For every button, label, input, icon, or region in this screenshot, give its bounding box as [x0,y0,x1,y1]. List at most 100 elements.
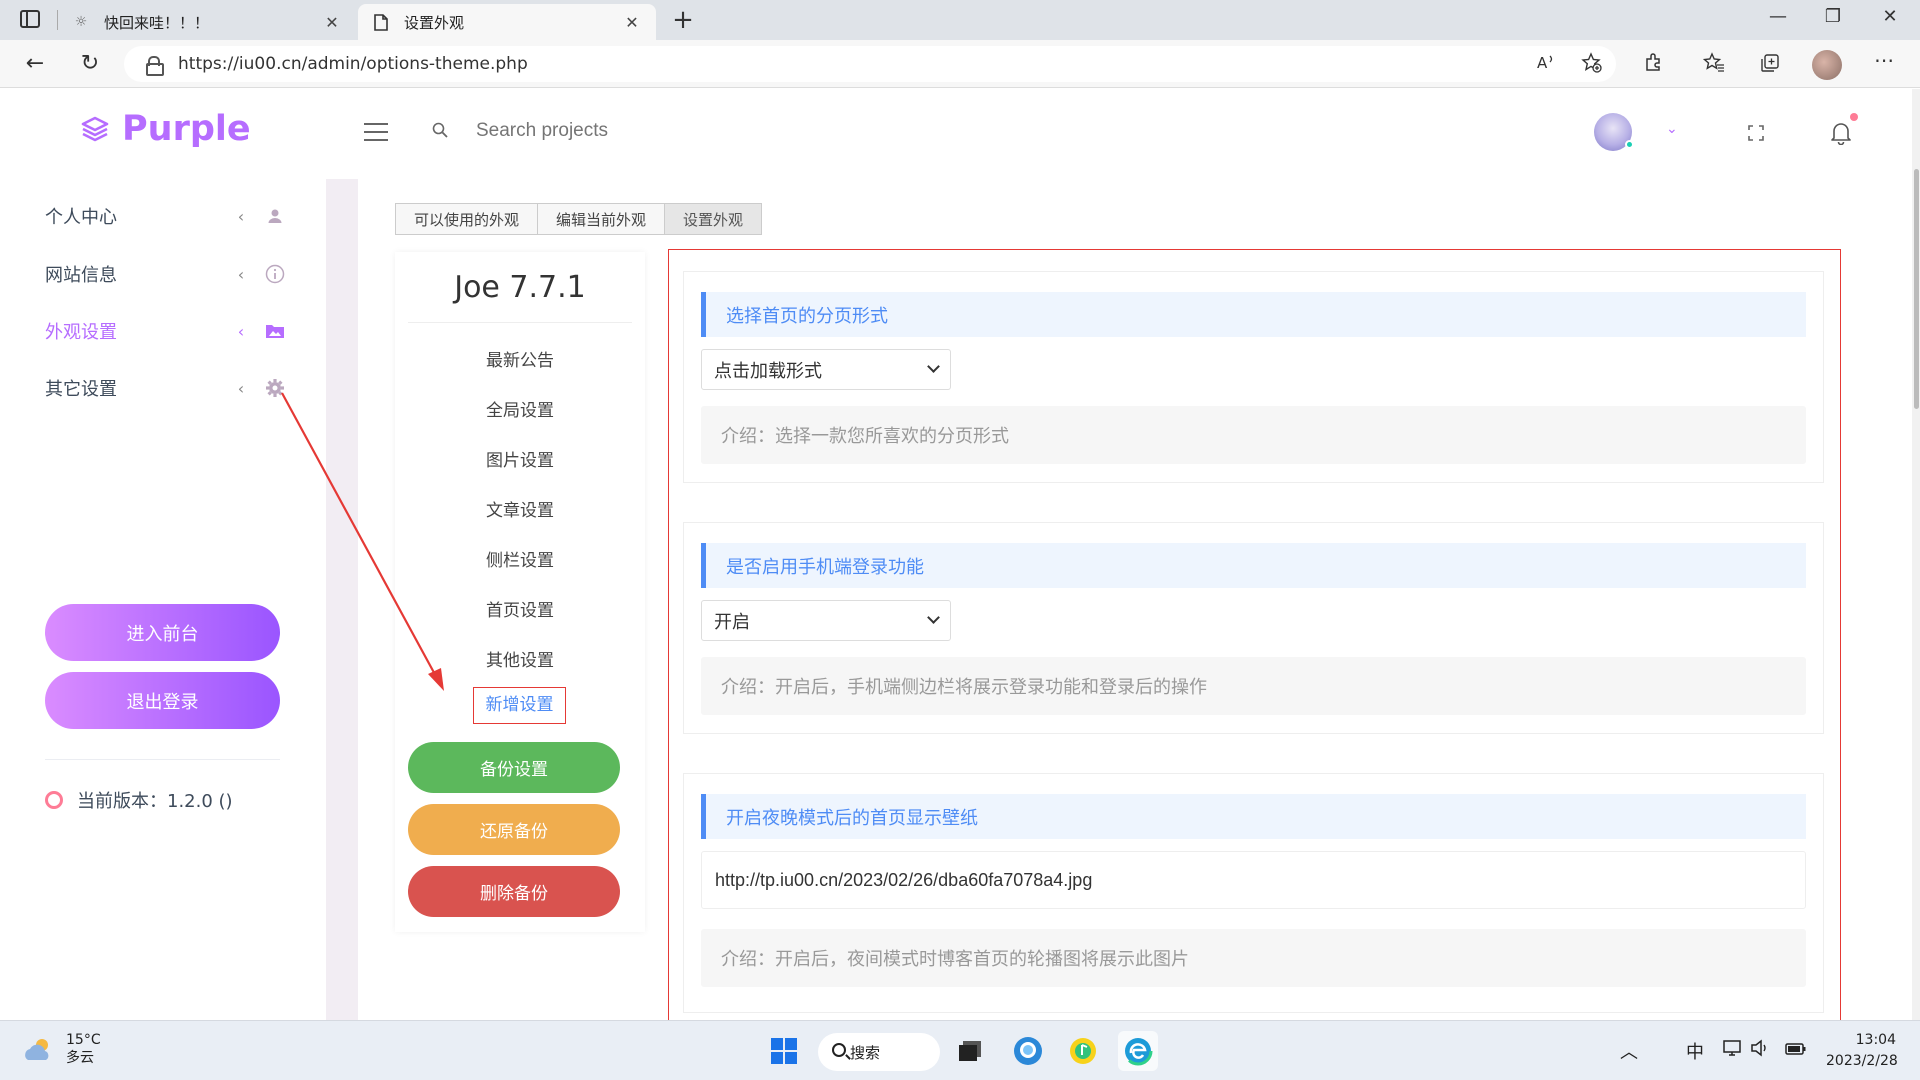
gear-icon: ☼ [74,14,88,30]
profile-avatar[interactable] [1812,50,1842,80]
url-text: https://iu00.cn/admin/options-theme.php [178,54,528,74]
mobile-login-select[interactable]: 开启 [701,600,951,641]
taskbar-search-label: 搜索 [850,1043,881,1062]
enter-frontend-button[interactable]: 进入前台 [45,604,280,661]
address-bar-row: ← ↻ https://iu00.cn/admin/options-theme.… [0,40,1920,88]
sidebar-item-other-settings[interactable]: 其它设置 ‹ [45,373,285,403]
select-value: 开启 [714,611,750,633]
option-sidebar[interactable]: 侧栏设置 [395,546,645,571]
scrollbar-thumb[interactable] [1914,169,1919,409]
logo[interactable]: Purple [80,109,251,149]
search-icon [432,122,448,138]
url-field[interactable]: https://iu00.cn/admin/options-theme.php [124,46,1616,82]
svg-text:A: A [1537,54,1548,72]
admin-page: Purple ⌄ 个人中心 ‹ 网站信息 ‹ [0,89,1920,1080]
favorite-add-icon[interactable] [1578,52,1606,79]
sidebar-item-label: 其它设置 [45,379,117,400]
battery-icon[interactable] [1784,1038,1808,1063]
read-aloud-icon[interactable]: A [1532,52,1560,77]
option-article[interactable]: 文章设置 [395,496,645,521]
logo-text: Purple [122,109,251,149]
sidebar-item-label: 个人中心 [45,207,117,228]
weather-temp: 15°C [66,1032,101,1048]
favorites-icon[interactable] [1700,52,1728,79]
restore-backup-button[interactable]: 还原备份 [408,804,620,855]
tab-edit-current-theme[interactable]: 编辑当前外观 [537,203,666,235]
sidebar-item-site-info[interactable]: 网站信息 ‹ [45,259,285,289]
more-icon[interactable]: ⋯ [1870,48,1898,72]
option-homepage[interactable]: 首页设置 [395,596,645,621]
logout-button[interactable]: 退出登录 [45,672,280,729]
sidebar-item-profile[interactable]: 个人中心 ‹ [45,201,285,231]
delete-backup-button[interactable]: 删除备份 [408,866,620,917]
reload-button[interactable]: ↻ [75,50,105,78]
option-other[interactable]: 其他设置 [395,646,645,671]
setting-card: 开启夜晚模式后的首页显示壁纸 http://tp.iu00.cn/2023/02… [683,773,1824,1013]
user-icon [265,206,285,226]
pagination-select[interactable]: 点击加载形式 [701,349,951,390]
collections-icon[interactable] [1756,52,1784,79]
close-icon[interactable]: ✕ [322,13,342,32]
option-announcement[interactable]: 最新公告 [395,346,645,371]
windows-start-icon[interactable] [764,1031,804,1071]
task-view-icon[interactable] [950,1031,990,1071]
browser-tab-active[interactable]: 设置外观 ✕ [358,4,656,40]
setting-description: 介绍：选择一款您所喜欢的分页形式 [701,406,1806,464]
backup-button[interactable]: 备份设置 [408,742,620,793]
menu-toggle-icon[interactable] [364,123,388,141]
setting-card: 是否启用手机端登录功能 开启 介绍：开启后，手机端侧边栏将展示登录功能和登录后的… [683,522,1824,734]
search-input[interactable] [476,115,796,147]
search-icon [832,1043,846,1057]
tab-available-themes[interactable]: 可以使用的外观 [395,203,539,235]
title-divider [408,322,632,323]
sidebar-item-appearance[interactable]: 外观设置 ‹ [45,316,285,346]
weather-widget[interactable]: 15°C 多云 [22,1031,101,1067]
setting-card: 选择首页的分页形式 点击加载形式 介绍：选择一款您所喜欢的分页形式 [683,271,1824,483]
setting-title: 开启夜晚模式后的首页显示壁纸 [701,794,1806,839]
browser-tab-inactive[interactable]: ☼ 快回来哇！！！ ✕ [58,4,356,40]
option-image[interactable]: 图片设置 [395,446,645,471]
clock-time: 13:04 [1855,1032,1896,1048]
minimize-button[interactable]: — [1758,6,1798,27]
chevron-down-icon[interactable]: ⌄ [1666,121,1678,137]
chevron-left-icon: ‹ [237,321,245,341]
theme-version-title: Joe 7.7.1 [454,270,586,305]
fullscreen-icon[interactable] [1748,125,1764,141]
setting-title: 是否启用手机端登录功能 [701,543,1806,588]
close-icon[interactable]: ✕ [622,13,642,32]
network-icon[interactable] [1722,1038,1744,1063]
bell-icon[interactable] [1830,121,1852,145]
night-wallpaper-input[interactable]: http://tp.iu00.cn/2023/02/26/dba60fa7078… [701,851,1806,909]
version-text: 当前版本：1.2.0 () [77,791,233,812]
option-global[interactable]: 全局设置 [395,396,645,421]
music-app-icon[interactable] [1063,1031,1103,1071]
settings-area: 选择首页的分页形式 点击加载形式 介绍：选择一款您所喜欢的分页形式 是否启用手机… [668,249,1841,1080]
setting-description: 介绍：开启后，手机端侧边栏将展示登录功能和登录后的操作 [701,657,1806,715]
back-button[interactable]: ← [20,50,50,78]
tray-expand-icon[interactable]: ︿ [1620,1038,1638,1064]
cloud-sun-icon [25,1039,49,1060]
tab-theme-settings[interactable]: 设置外观 [664,203,763,235]
chevron-down-icon [927,611,940,624]
online-status-dot [1625,140,1634,149]
browser-tab-bar: ☼ 快回来哇！！！ ✕ 设置外观 ✕ + — ❐ ✕ [0,0,1920,40]
user-avatar[interactable] [1594,113,1634,151]
messenger-icon[interactable] [1008,1031,1048,1071]
new-tab-button[interactable]: + [668,6,698,36]
taskbar-search[interactable]: 搜索 [818,1033,940,1071]
theme-options-panel: Joe 7.7.1 最新公告 全局设置 图片设置 文章设置 侧栏设置 首页设置 … [395,252,645,932]
volume-icon[interactable] [1750,1038,1772,1063]
restore-button[interactable]: ❐ [1813,6,1853,27]
tab-title: 设置外观 [404,13,465,32]
edge-icon[interactable] [1118,1031,1158,1071]
window-close-button[interactable]: ✕ [1870,6,1910,27]
input-method-indicator[interactable]: 中 [1686,1038,1704,1064]
tab-title: 快回来哇！！！ [104,13,210,32]
system-clock[interactable]: 13:04 2023/2/28 [1826,1030,1898,1072]
page-scrollbar[interactable] [1912,89,1920,1020]
image-folder-icon [265,321,285,341]
extensions-icon[interactable] [1640,52,1668,79]
option-new-settings[interactable]: 新增设置 [473,687,566,724]
tab-actions-icon[interactable] [20,10,40,28]
chevron-left-icon: ‹ [237,264,245,284]
